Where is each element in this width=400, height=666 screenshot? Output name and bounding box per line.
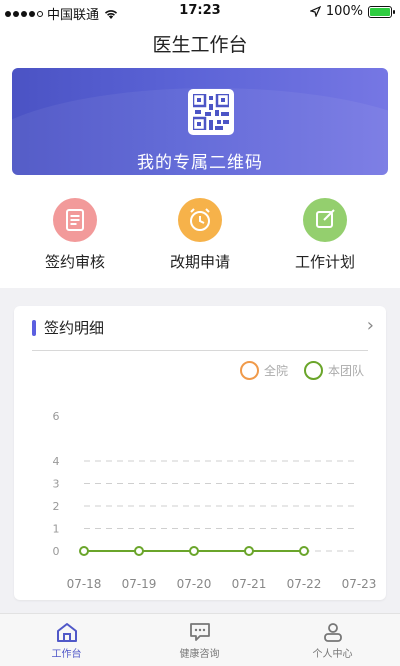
- status-right: 100%: [309, 4, 395, 19]
- tab-label: 健康咨询: [179, 649, 220, 660]
- legend-ring-icon: [304, 361, 323, 380]
- qr-banner-label: 我的专属二维码: [137, 153, 263, 173]
- battery-percent: 100%: [325, 4, 363, 19]
- page-title: 医生工作台: [152, 34, 248, 56]
- alarm-clock-icon: [178, 198, 222, 242]
- y-tick-label: 2: [53, 500, 60, 513]
- tab-label: 工作台: [51, 649, 82, 660]
- status-bar: 中国联通 17:23 100%: [0, 0, 400, 23]
- y-tick-label: 0: [53, 545, 60, 558]
- x-tick-label: 07-21: [232, 577, 267, 591]
- legend-item-team[interactable]: 本团队: [304, 361, 364, 380]
- home-icon: [56, 623, 77, 642]
- user-icon: [323, 623, 342, 642]
- y-tick-label: 6: [53, 410, 60, 423]
- battery-icon: [368, 5, 395, 18]
- my-qr-code-banner[interactable]: 我的专属二维码: [12, 68, 388, 175]
- work-plan-button[interactable]: 工作计划: [265, 198, 385, 272]
- sign-detail-header[interactable]: 签约明细 ›: [14, 306, 386, 350]
- data-point: [299, 546, 309, 556]
- data-point: [189, 546, 199, 556]
- data-point: [134, 546, 144, 556]
- data-point: [79, 546, 89, 556]
- chat-icon: [189, 623, 210, 641]
- reschedule-request-label: 改期申请: [169, 253, 230, 271]
- sign-detail-title: 签约明细: [44, 319, 105, 337]
- reschedule-request-button[interactable]: 改期申请: [140, 198, 260, 272]
- tab-personal-center[interactable]: 个人中心: [266, 614, 399, 666]
- x-tick-label: 07-20: [177, 577, 212, 591]
- title-accent-bar: [32, 320, 36, 336]
- tab-bar: 工作台 健康咨询 个人中心: [0, 613, 400, 666]
- y-tick-label: 4: [53, 455, 60, 468]
- sign-detail-card: 签约明细 › 全院 本团队 0 1 2 3 4 6 07-18 07-19 07-20 07-21…: [14, 306, 386, 600]
- edit-note-icon: [303, 198, 347, 242]
- location-arrow-icon: [309, 6, 321, 17]
- legend-label: 全院: [264, 364, 289, 378]
- tab-workbench[interactable]: 工作台: [0, 614, 133, 666]
- legend-item-hospital[interactable]: 全院: [240, 361, 288, 380]
- qr-code-icon: [188, 89, 234, 135]
- chevron-right-icon: ›: [366, 315, 374, 336]
- work-plan-label: 工作计划: [294, 253, 355, 271]
- x-tick-label: 07-19: [122, 577, 157, 591]
- sign-review-button[interactable]: 签约审核: [15, 198, 135, 272]
- y-tick-label: 3: [53, 478, 60, 491]
- tab-label: 个人中心: [312, 649, 353, 660]
- document-list-icon: [53, 198, 97, 242]
- tab-health-consult[interactable]: 健康咨询: [133, 614, 266, 666]
- x-tick-label: 07-18: [67, 577, 102, 591]
- y-tick-label: 1: [53, 523, 60, 536]
- x-tick-label: 07-23: [342, 577, 377, 591]
- sign-detail-line-chart: 0 1 2 3 4 6 07-18 07-19 07-20 07-21 07-22 07-23: [53, 410, 377, 591]
- divider: [32, 350, 368, 351]
- legend-label: 本团队: [328, 364, 365, 378]
- x-tick-label: 07-22: [287, 577, 322, 591]
- data-point: [244, 546, 254, 556]
- sign-review-label: 签约审核: [44, 253, 105, 271]
- legend-ring-icon: [240, 361, 259, 380]
